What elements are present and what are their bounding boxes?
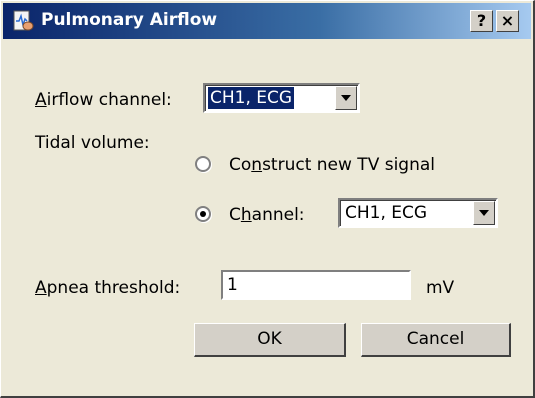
tidal-channel-value: CH1, ECG: [345, 203, 428, 223]
apnea-unit-label: mV: [426, 278, 455, 298]
airflow-channel-label: Airflow channel:: [35, 90, 172, 110]
airflow-channel-value: CH1, ECG: [208, 87, 295, 109]
help-button[interactable]: ?: [470, 10, 493, 32]
airflow-channel-select[interactable]: CH1, ECG: [203, 83, 360, 113]
ok-button[interactable]: OK: [194, 323, 346, 357]
app-icon: [13, 10, 34, 31]
channel-radio-label[interactable]: Channel:: [229, 205, 305, 225]
title-bar[interactable]: Pulmonary Airflow ? ×: [3, 3, 531, 39]
window-title: Pulmonary Airflow: [41, 10, 218, 30]
close-button[interactable]: ×: [496, 10, 519, 32]
construct-tv-label[interactable]: Construct new TV signal: [229, 155, 435, 175]
apnea-threshold-input[interactable]: [221, 270, 411, 300]
apnea-threshold-label: Apnea threshold:: [35, 278, 181, 298]
channel-radio[interactable]: [195, 206, 211, 222]
dialog-window: Pulmonary Airflow ? × Airflow channel: C…: [0, 0, 535, 398]
chevron-down-icon[interactable]: [473, 201, 495, 225]
construct-tv-radio[interactable]: [195, 156, 211, 172]
tidal-channel-select[interactable]: CH1, ECG: [338, 198, 498, 228]
cancel-button[interactable]: Cancel: [361, 323, 511, 357]
tidal-volume-label: Tidal volume:: [35, 133, 150, 153]
chevron-down-icon[interactable]: [335, 86, 357, 110]
